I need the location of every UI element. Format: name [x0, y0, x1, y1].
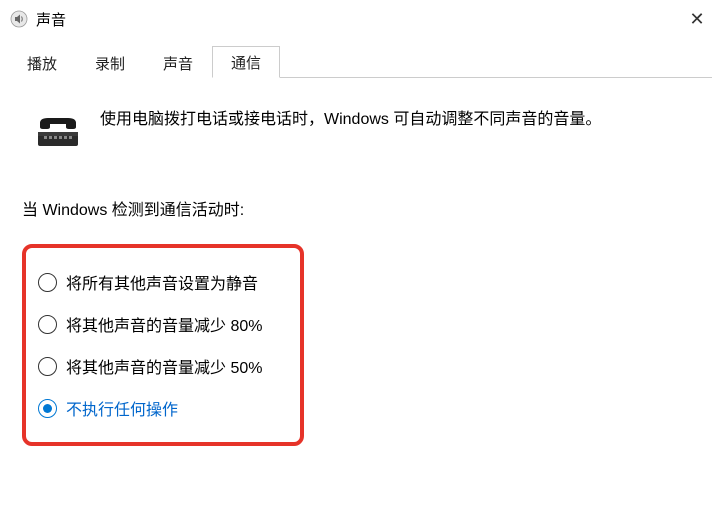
tabstrip: 播放 录制 声音 通信	[8, 46, 712, 78]
radio-label: 将其他声音的音量减少 80%	[66, 312, 262, 336]
radio-indicator	[38, 399, 57, 418]
close-button[interactable]: ✕	[674, 0, 720, 38]
radio-label: 将所有其他声音设置为静音	[66, 270, 258, 294]
intro-text: 使用电脑拨打电话或接电话时，Windows 可自动调整不同声音的音量。	[100, 106, 601, 148]
radio-group-highlight: 将所有其他声音设置为静音 将其他声音的音量减少 80% 将其他声音的音量减少 5…	[22, 244, 304, 446]
radio-label: 不执行任何操作	[66, 396, 178, 420]
tab-sounds[interactable]: 声音	[144, 47, 212, 78]
radio-reduce-50[interactable]: 将其他声音的音量减少 50%	[38, 354, 278, 378]
radio-indicator	[38, 357, 57, 376]
tab-recording[interactable]: 录制	[76, 47, 144, 78]
close-icon: ✕	[689, 9, 704, 30]
titlebar: 声音 ✕	[0, 0, 720, 38]
intro-row: 使用电脑拨打电话或接电话时，Windows 可自动调整不同声音的音量。	[22, 106, 698, 148]
tab-communications[interactable]: 通信	[212, 46, 280, 78]
radio-indicator	[38, 273, 57, 292]
tab-content: 使用电脑拨打电话或接电话时，Windows 可自动调整不同声音的音量。 当 Wi…	[0, 78, 720, 446]
tabstrip-wrap: 播放 录制 声音 通信	[0, 38, 720, 78]
window-title: 声音	[36, 9, 674, 30]
radio-reduce-80[interactable]: 将其他声音的音量减少 80%	[38, 312, 278, 336]
speaker-icon	[10, 10, 28, 28]
radio-mute-all[interactable]: 将所有其他声音设置为静音	[38, 270, 278, 294]
tab-playback[interactable]: 播放	[8, 47, 76, 78]
radio-indicator	[38, 315, 57, 334]
radio-label: 将其他声音的音量减少 50%	[66, 354, 262, 378]
radio-do-nothing[interactable]: 不执行任何操作	[38, 396, 278, 420]
phone-icon	[36, 108, 80, 148]
prompt-text: 当 Windows 检测到通信活动时:	[22, 196, 698, 220]
